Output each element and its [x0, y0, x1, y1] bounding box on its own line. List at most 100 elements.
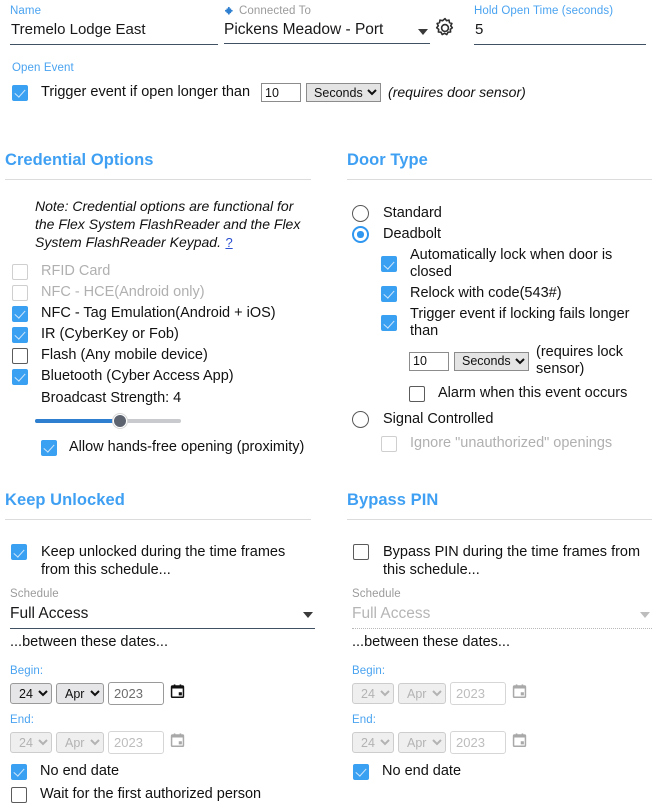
hands-free-row[interactable]: Allow hands-free opening (proximity): [41, 439, 311, 456]
lock-fail-duration-input[interactable]: [409, 351, 449, 371]
ignore-unauthorized-checkbox[interactable]: [381, 435, 397, 452]
credential-options-title: Credential Options: [5, 151, 154, 169]
broadcast-strength-label: Broadcast Strength: 4: [41, 390, 182, 406]
open-event-unit-select[interactable]: Seconds: [306, 83, 382, 102]
door-type-option-signal[interactable]: Signal Controlled: [352, 411, 652, 428]
hands-free-checkbox[interactable]: [41, 439, 57, 456]
bypass-pin-begin-label: Begin:: [352, 665, 386, 677]
name-input[interactable]: [10, 18, 218, 45]
deadbolt-radio[interactable]: [352, 226, 369, 243]
name-field-group: Name: [10, 4, 218, 45]
bypass-pin-section: Bypass PIN Bypass PIN during the time fr…: [347, 490, 652, 780]
bypass-pin-begin-year-input[interactable]: [450, 682, 506, 705]
lock-fail-unit-select[interactable]: Seconds: [454, 351, 529, 371]
lock-fail-note: (requires lock sensor): [536, 344, 624, 377]
wait-first-person-row[interactable]: Wait for the first authorized person: [11, 786, 311, 803]
door-type-option-deadbolt[interactable]: Deadbolt: [352, 226, 652, 243]
keep-unlocked-end-month-select[interactable]: Apr: [56, 732, 104, 753]
keep-unlocked-checkbox[interactable]: [11, 544, 27, 560]
credential-options-note: Note: Credential options are functional …: [35, 198, 301, 250]
connection-settings-button[interactable]: [433, 16, 457, 45]
bypass-pin-begin-day-select[interactable]: 24: [352, 683, 394, 704]
keep-unlocked-schedule-select[interactable]: Full Access: [10, 603, 315, 629]
bypass-pin-enable-row[interactable]: Bypass PIN during the time frames from t…: [353, 543, 652, 579]
credential-option-row[interactable]: IR (CyberKey or Fob): [12, 326, 311, 343]
slider-fill: [35, 419, 120, 423]
deadbolt-label: Deadbolt: [383, 226, 442, 242]
signal-suboption-row[interactable]: Ignore "unauthorized" openings: [381, 435, 652, 452]
ir-checkbox[interactable]: [12, 326, 28, 343]
trigger-open-event-label: Trigger event if open longer than: [41, 84, 251, 100]
credential-option-row[interactable]: RFID Card: [12, 263, 311, 280]
auto-lock-checkbox[interactable]: [381, 256, 397, 272]
credential-options-divider: [5, 179, 311, 180]
bypass-pin-no-end-date-checkbox[interactable]: [353, 763, 369, 780]
bypass-pin-begin-month-select[interactable]: Apr: [398, 683, 446, 704]
open-event-duration-input[interactable]: [261, 83, 302, 102]
relock-with-code-checkbox[interactable]: [381, 285, 397, 302]
alarm-label: Alarm when this event occurs: [438, 385, 628, 401]
broadcast-strength-slider[interactable]: [35, 412, 181, 430]
lock-fail-event-label: Trigger event if locking fails longer th…: [410, 306, 630, 339]
bypass-pin-no-end-date-row[interactable]: No end date: [353, 763, 652, 780]
keep-unlocked-begin-month-select[interactable]: Apr: [56, 683, 104, 704]
nfc-tag-emulation-checkbox[interactable]: [12, 305, 28, 322]
keep-unlocked-enable-row[interactable]: Keep unlocked during the time frames fro…: [11, 543, 311, 579]
bypass-pin-schedule-value: Full Access: [352, 605, 431, 622]
alarm-row[interactable]: Alarm when this event occurs: [409, 385, 652, 402]
calendar-icon[interactable]: [512, 683, 527, 704]
hold-open-time-group: Hold Open Time (seconds): [474, 4, 646, 45]
deadbolt-suboption-row[interactable]: Trigger event if locking fails longer th…: [381, 306, 652, 340]
rfid-card-label: RFID Card: [41, 263, 111, 279]
bypass-pin-schedule-label: Schedule: [352, 588, 401, 600]
bypass-pin-end-month-select[interactable]: Apr: [398, 732, 446, 753]
credential-option-row[interactable]: Bluetooth (Cyber Access App): [12, 368, 311, 385]
bluetooth-checkbox[interactable]: [12, 368, 28, 385]
gear-icon: [435, 17, 454, 36]
rfid-card-checkbox[interactable]: [12, 263, 28, 280]
hold-open-time-input[interactable]: [474, 18, 646, 45]
bypass-pin-schedule-select[interactable]: Full Access: [352, 603, 652, 629]
connected-to-label: Connected To: [239, 5, 311, 17]
keep-unlocked-begin-day-select[interactable]: 24: [10, 683, 52, 704]
deadbolt-suboption-row[interactable]: Automatically lock when door is closed: [381, 247, 652, 281]
credential-option-row[interactable]: NFC - HCE(Android only): [12, 284, 311, 301]
slider-thumb[interactable]: [112, 414, 127, 428]
credential-option-row[interactable]: Flash (Any mobile device): [12, 347, 311, 364]
calendar-icon[interactable]: [170, 732, 185, 753]
keep-unlocked-begin-year-input[interactable]: [108, 682, 164, 705]
door-type-option-standard[interactable]: Standard: [352, 205, 652, 222]
deadbolt-suboption-row[interactable]: Relock with code(543#): [381, 285, 652, 302]
connected-to-value: Pickens Meadow - Port: [224, 21, 384, 38]
trigger-open-event-checkbox[interactable]: [12, 84, 28, 101]
ir-label: IR (CyberKey or Fob): [41, 326, 179, 342]
credential-option-row[interactable]: NFC - Tag Emulation(Android + iOS): [12, 305, 311, 322]
wait-first-person-checkbox[interactable]: [11, 786, 27, 803]
lock-fail-event-checkbox[interactable]: [381, 315, 397, 331]
keep-unlocked-no-end-date-row[interactable]: No end date: [11, 763, 311, 780]
bypass-pin-divider: [347, 519, 652, 520]
flash-checkbox[interactable]: [12, 347, 28, 364]
alarm-checkbox[interactable]: [409, 385, 425, 402]
credential-options-help-link[interactable]: ?: [225, 235, 232, 250]
bypass-pin-end-day-select[interactable]: 24: [352, 732, 394, 753]
keep-unlocked-end-day-select[interactable]: 24: [10, 732, 52, 753]
puzzle-piece-icon: [224, 6, 235, 17]
bypass-pin-end-year-input[interactable]: [450, 731, 506, 754]
bypass-pin-checkbox[interactable]: [353, 544, 369, 560]
keep-unlocked-end-year-input[interactable]: [108, 731, 164, 754]
signal-controlled-radio[interactable]: [352, 411, 369, 428]
door-configuration-page: Name Connected To Pickens Meadow - Port …: [0, 0, 656, 805]
chevron-down-icon: [640, 612, 650, 618]
nfc-hce-checkbox[interactable]: [12, 284, 28, 301]
standard-radio[interactable]: [352, 205, 369, 222]
keep-unlocked-title: Keep Unlocked: [5, 491, 125, 509]
keep-unlocked-no-end-date-label: No end date: [40, 763, 120, 779]
open-event-note: (requires door sensor): [388, 84, 526, 100]
nfc-hce-label: NFC - HCE(Android only): [41, 284, 205, 300]
bluetooth-label: Bluetooth (Cyber Access App): [41, 368, 234, 384]
connected-to-select[interactable]: Pickens Meadow - Port: [224, 19, 430, 44]
calendar-icon[interactable]: [512, 732, 527, 753]
calendar-icon[interactable]: [170, 683, 185, 704]
keep-unlocked-no-end-date-checkbox[interactable]: [11, 763, 27, 780]
